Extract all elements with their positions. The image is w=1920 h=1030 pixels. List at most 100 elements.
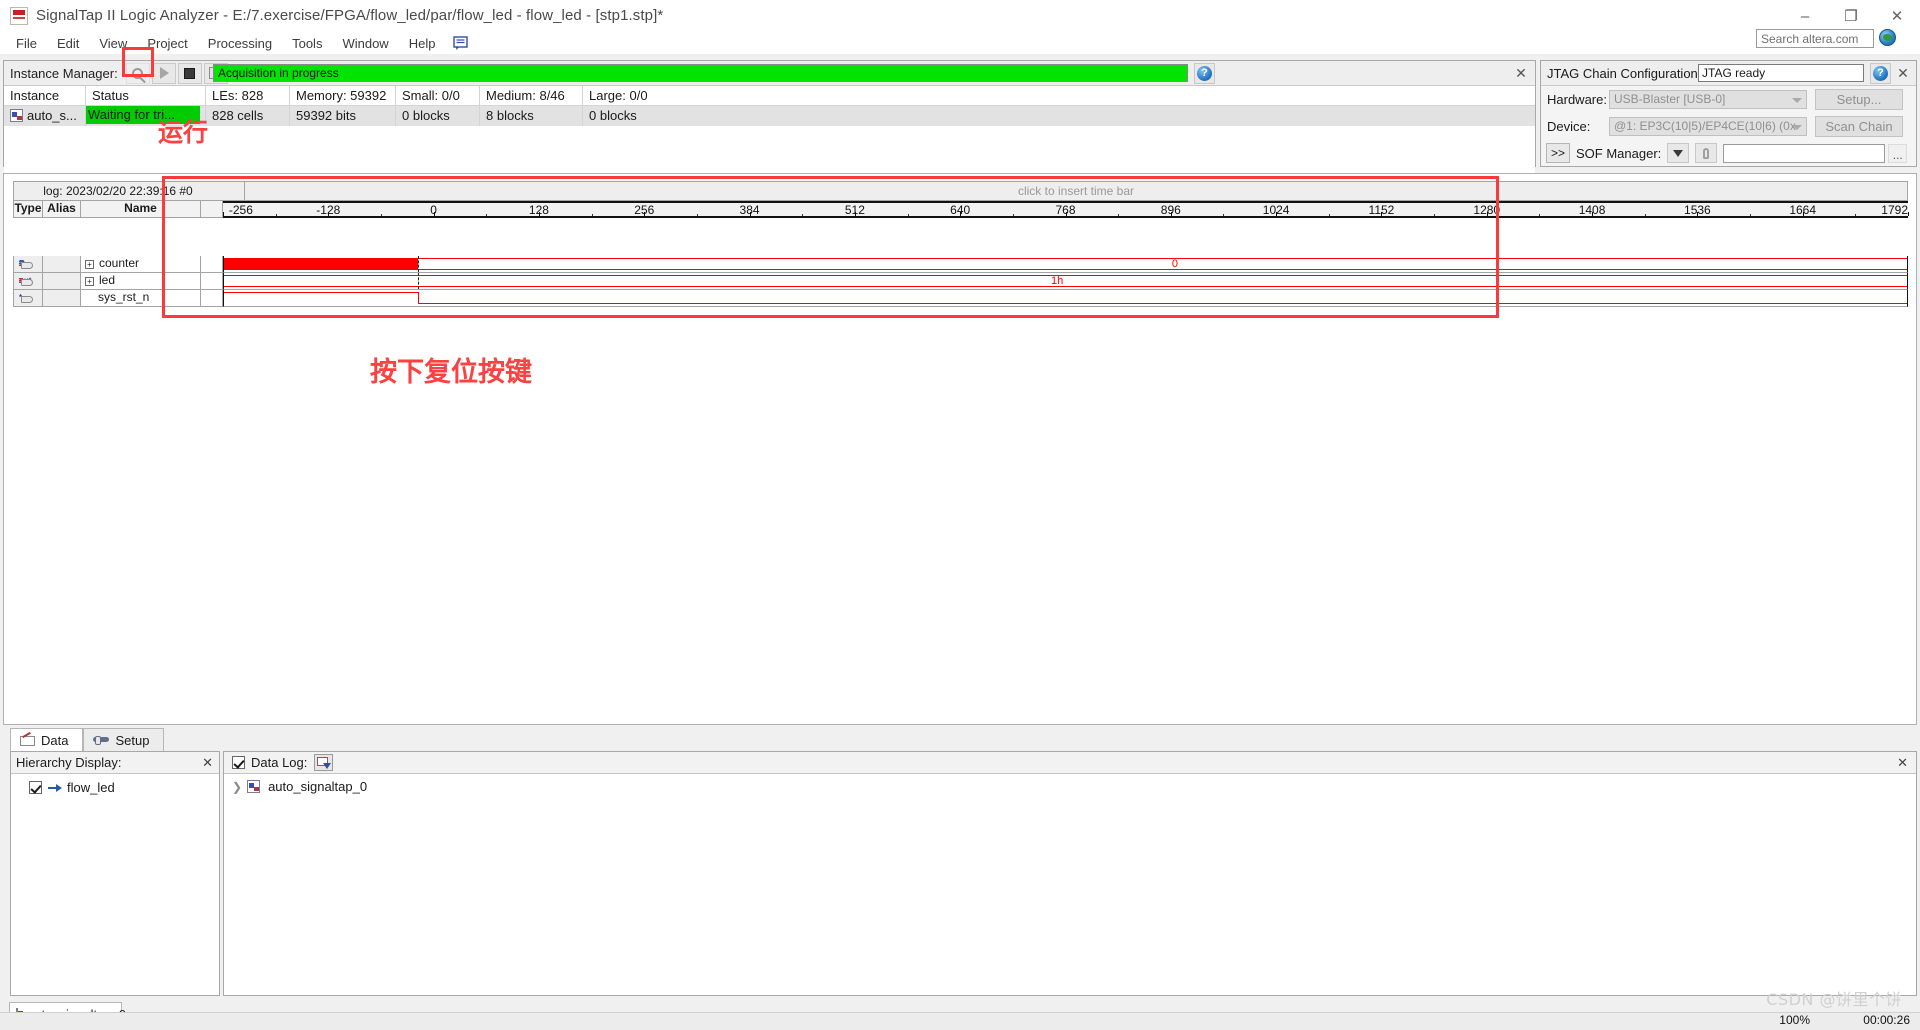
window-title: SignalTap II Logic Analyzer - E:/7.exerc… [36, 7, 664, 24]
instance-manager-close-icon[interactable]: ✕ [1513, 65, 1529, 81]
app-icon [10, 6, 28, 25]
table-row[interactable]: * sys_rst_n [13, 290, 1908, 307]
minimize-button[interactable]: – [1782, 0, 1828, 32]
time-ruler[interactable]: -256 -128 0 128 256 384 512 640 768 896 1024 1152 12… [223, 201, 1909, 218]
data-log-checkbox[interactable] [232, 756, 245, 769]
ruler-tick-mark [1802, 212, 1804, 216]
menu-help[interactable]: Help [399, 34, 446, 53]
help-icon: ? [1197, 66, 1212, 81]
jtag-help-button[interactable]: ? [1870, 63, 1891, 84]
expand-icon[interactable]: + [85, 260, 94, 269]
run-analysis-button[interactable] [151, 62, 176, 84]
instance-icon [247, 780, 261, 793]
menu-file[interactable]: File [6, 34, 47, 53]
hierarchy-close-icon[interactable]: ✕ [202, 755, 213, 771]
menu-project[interactable]: Project [137, 34, 197, 53]
hardware-select[interactable]: USB-Blaster [USB-0] [1609, 90, 1807, 109]
magnify-icon-button[interactable] [125, 62, 150, 84]
hierarchy-item-label: flow_led [67, 780, 115, 795]
run-annotation: 运行 [158, 118, 209, 147]
col-large: Large: 0/0 [589, 87, 648, 103]
data-log-icon[interactable] [314, 754, 334, 771]
bus-value-label: 0 [1171, 258, 1178, 270]
chevron-right-icon[interactable]: ❯ [232, 780, 242, 794]
cell-les: 828 cells [206, 106, 290, 126]
ruler-tick-mark-minor [1539, 214, 1541, 216]
list-item[interactable]: ❯ auto_signaltap_0 [224, 774, 1916, 794]
jtag-close-icon[interactable]: ✕ [1895, 65, 1911, 81]
col-type: Type [13, 201, 42, 218]
list-item[interactable]: flow_led [15, 780, 215, 795]
data-log-item-label: auto_signaltap_0 [268, 779, 368, 794]
cell-small: 0 blocks [396, 106, 480, 126]
menu-processing[interactable]: Processing [198, 34, 282, 53]
bus-value-label: 1h [1050, 275, 1064, 287]
log-timestamp: log: 2023/02/20 22:39:16 #0 [13, 181, 222, 201]
menu-view[interactable]: View [89, 34, 137, 53]
hardware-value: USB-Blaster [USB-0] [1614, 92, 1726, 106]
close-button[interactable]: ✕ [1874, 0, 1920, 32]
setup-button[interactable]: Setup... [1815, 89, 1903, 110]
signal-gap-cell [200, 290, 223, 307]
download-icon [1673, 149, 1684, 157]
sof-browse-button[interactable]: ... [1888, 143, 1908, 163]
menu-tools[interactable]: Tools [282, 34, 332, 53]
ruler-tick-mark [433, 212, 435, 216]
jtag-chain-panel: JTAG Chain Configuration: JTAG ready ? ✕… [1540, 60, 1917, 167]
hierarchy-header: Hierarchy Display: ✕ [11, 752, 219, 774]
trigger-marker [417, 256, 419, 272]
trigger-type-icon: * [19, 291, 35, 304]
signal-waveform-sysrstn[interactable] [223, 290, 1908, 307]
globe-icon[interactable] [1879, 29, 1896, 46]
waveform-filled-region [224, 258, 418, 270]
insert-time-bar-hint[interactable]: click to insert time bar [245, 181, 1908, 201]
ruler-tick-label: -256 [228, 203, 253, 217]
hardware-row: Hardware: USB-Blaster [USB-0] Setup... [1541, 86, 1916, 113]
watermark: CSDN @饼里个饼 [1766, 990, 1902, 1009]
ruler-tick-mark-minor [802, 214, 804, 216]
search-input[interactable]: Search altera.com [1756, 29, 1874, 48]
waveform-low-level [417, 303, 1907, 304]
ruler-tick-mark [644, 212, 646, 216]
table-row[interactable]: R + counter 0 [13, 256, 1908, 273]
tab-setup[interactable]: Setup [83, 728, 165, 751]
chevron-down-icon [1792, 98, 1802, 103]
attach-sof-button[interactable] [1695, 143, 1718, 163]
col-memory: Memory: 59392 [290, 85, 396, 106]
tab-data[interactable]: Data [10, 728, 84, 751]
ruler-tick-label: 1792 [1881, 203, 1908, 217]
hierarchy-title: Hierarchy Display: [16, 755, 122, 770]
device-label: Device: [1547, 119, 1591, 134]
sof-expand-button[interactable]: >> [1546, 143, 1570, 163]
ruler-tick-mark-minor [1855, 214, 1857, 216]
ruler-tick-mark-minor [1644, 214, 1646, 216]
signal-rows: R + counter 0 [13, 256, 1908, 307]
signal-name-cell[interactable]: + led [80, 273, 200, 290]
menu-edit[interactable]: Edit [47, 34, 89, 53]
sof-path-input[interactable] [1723, 143, 1886, 163]
hierarchy-checkbox[interactable] [29, 781, 42, 794]
expand-icon[interactable]: + [85, 277, 94, 286]
note-icon[interactable] [453, 35, 469, 51]
signal-name: sys_rst_n [98, 290, 150, 304]
stop-analysis-button[interactable] [177, 62, 202, 84]
program-device-button[interactable] [1667, 143, 1690, 163]
signal-name-cell[interactable]: + counter [80, 256, 200, 273]
table-row[interactable]: out + led 1h [13, 273, 1908, 290]
instance-table: Instance Status LEs: 828 Memory: 59392 S… [4, 85, 1535, 186]
jtag-status-field[interactable]: JTAG ready [1698, 64, 1864, 82]
table-row[interactable]: auto_s... Waiting for tri... 828 cells 5… [4, 106, 1535, 126]
signal-waveform-counter[interactable]: 0 [223, 256, 1908, 273]
device-select[interactable]: @1: EP3C(10|5)/EP4CE(10|6) (0x [1609, 117, 1807, 136]
signal-type-icon-cell: * [13, 290, 42, 307]
data-log-close-icon[interactable]: ✕ [1897, 755, 1908, 771]
title-bar: SignalTap II Logic Analyzer - E:/7.exerc… [0, 0, 1920, 32]
output-type-icon: out [19, 274, 35, 287]
scan-chain-button[interactable]: Scan Chain [1815, 116, 1903, 137]
waveform-bus-bottom [417, 269, 1907, 270]
maximize-button[interactable]: ❐ [1828, 0, 1874, 32]
instance-manager-help-button[interactable]: ? [1194, 63, 1215, 84]
signal-waveform-led[interactable]: 1h [223, 273, 1908, 290]
signal-name-cell[interactable]: sys_rst_n [80, 290, 200, 307]
menu-window[interactable]: Window [332, 34, 398, 53]
